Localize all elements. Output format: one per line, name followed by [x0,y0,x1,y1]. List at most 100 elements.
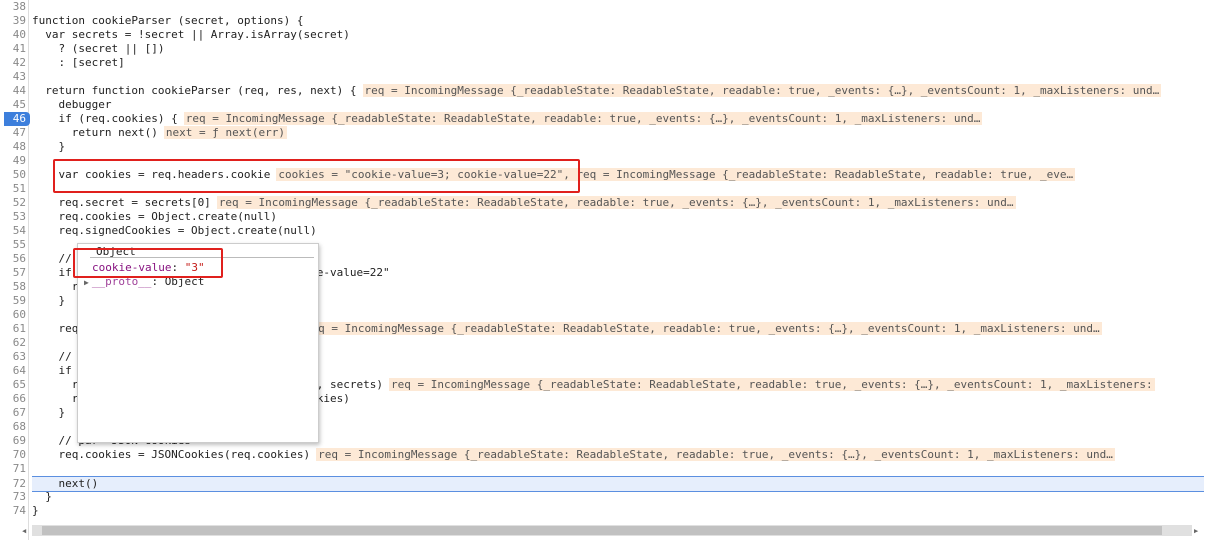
line-number[interactable]: 38 [0,0,28,14]
line-number[interactable]: 70 [0,448,28,462]
code-source: req.cookies = JSONCookies(req.cookies) [32,448,311,461]
code-line[interactable]: 38 [0,0,1209,14]
code-source: } [32,294,66,307]
code-source: // [32,252,72,265]
scroll-left-arrow-icon[interactable]: ◀ [22,527,26,535]
inline-variable-value: req = IncomingMessage {_readableState: R… [316,448,1115,461]
code-source: if (req.cookies) { [32,112,178,125]
code-source: req.cookies = Object.create(null) [32,210,278,223]
highlight-box-popover-property [73,248,223,278]
code-line[interactable]: 46 if (req.cookies) {req = IncomingMessa… [0,112,1209,126]
line-number[interactable]: 62 [0,336,28,350]
code-text: // [32,350,72,364]
code-text: next() [32,477,98,491]
line-number[interactable]: 57 [0,266,28,280]
code-text: // [32,252,72,266]
code-line[interactable]: 54 req.signedCookies = Object.create(nul… [0,224,1209,238]
code-line[interactable]: 52 req.secret = secrets[0] req = Incoming… [0,196,1209,210]
code-line[interactable]: 42 : [secret] [0,56,1209,70]
line-number[interactable]: 53 [0,210,28,224]
line-number[interactable]: 54 [0,224,28,238]
code-line[interactable]: 74} [0,504,1209,518]
code-line[interactable]: 71 [0,462,1209,476]
line-number[interactable]: 47 [0,126,28,140]
code-line[interactable]: 40 var secrets = !secret || Array.isArra… [0,28,1209,42]
line-number[interactable]: 73 [0,490,28,504]
line-number[interactable]: 51 [0,182,28,196]
line-number[interactable]: 65 [0,378,28,392]
line-number[interactable]: 60 [0,308,28,322]
code-line[interactable]: 45 debugger [0,98,1209,112]
inline-variable-value: req = IncomingMessage {_readableState: R… [216,196,1016,209]
code-text: } [32,504,39,518]
line-number[interactable]: 59 [0,294,28,308]
code-source: } [32,490,52,503]
scroll-right-arrow-icon[interactable]: ▶ [1194,527,1198,535]
code-line[interactable]: 73 } [0,490,1209,504]
code-line[interactable]: 39 function cookieParser (secret, options… [0,14,1209,28]
line-number[interactable]: 42 [0,56,28,70]
code-line[interactable]: 70 req.cookies = JSONCookies(req.cookies… [0,448,1209,462]
line-number[interactable]: 68 [0,420,28,434]
line-number[interactable]: 67 [0,406,28,420]
line-number[interactable]: 66 [0,392,28,406]
code-text: ? (secret || []) [32,42,164,56]
code-source: return function cookieParser (req, res, … [32,84,357,97]
line-number[interactable]: 50 [0,168,28,182]
code-text: if (req.cookies) {req = IncomingMessage … [32,112,983,126]
code-line[interactable]: 44 return function cookieParser (req, re… [0,84,1209,98]
code-text: : [secret] [32,56,124,70]
expand-triangle-icon[interactable]: ▶ [84,278,89,287]
code-text: } [32,140,65,154]
line-number[interactable]: 41 [0,42,28,56]
line-number[interactable]: 58 [0,280,28,294]
code-text: debugger [32,98,111,112]
line-number[interactable]: 45 [0,98,28,112]
code-source: } [32,504,39,517]
line-number[interactable]: 48 [0,140,28,154]
code-text: function cookieParser (secret, options) … [32,14,304,28]
code-source: r [32,280,79,293]
line-number[interactable]: 52 [0,196,28,210]
code-text: } [32,294,65,308]
code-source: function cookieParser (secret, options) … [32,14,304,27]
code-source: } [32,406,66,419]
code-source: } [32,140,66,153]
line-number[interactable]: 74 [0,504,28,518]
horizontal-scrollbar-thumb[interactable] [42,526,1162,535]
code-source: req.signedCookies = Object.create(null) [32,224,317,237]
code-source: // [32,350,72,363]
code-source: next() [32,477,99,490]
code-line[interactable]: 53 req.cookies = Object.create(null) [0,210,1209,224]
line-number[interactable]: 44 [0,84,28,98]
horizontal-scrollbar[interactable] [32,525,1192,536]
line-number[interactable]: 49 [0,154,28,168]
line-number[interactable]: 55 [0,238,28,252]
code-source: debugger [32,98,112,111]
inline-variable-value: next = ƒ next(err) [163,126,288,139]
line-number[interactable]: 43 [0,70,28,84]
code-source: if [32,364,72,377]
line-number[interactable]: 69 [0,434,28,448]
code-source: ? (secret || []) [32,42,165,55]
code-text: req.cookies = JSONCookies(req.cookies) re… [32,448,1115,462]
line-number[interactable]: 39 [0,14,28,28]
line-number[interactable]: 64 [0,364,28,378]
inline-variable-value: req = IncomingMessage {_readableState: R… [362,84,1162,97]
code-line[interactable]: 43 [0,70,1209,84]
code-line[interactable]: 47 return next() next = ƒ next(err) [0,126,1209,140]
line-number[interactable]: 56 [0,252,28,266]
code-text: req.cookies = Object.create(null) [32,210,277,224]
line-number[interactable]: 63 [0,350,28,364]
code-line[interactable]: 48 } [0,140,1209,154]
code-line[interactable]: 41 ? (secret || []) [0,42,1209,56]
line-number[interactable]: 71 [0,462,28,476]
code-source: req.secret = secrets[0] [32,196,211,209]
line-number[interactable]: 72 [0,477,28,491]
breakpoint-marker[interactable]: 46 [4,112,30,126]
line-number[interactable]: 61 [0,322,28,336]
code-source: return next() [32,126,158,139]
code-source: var secrets = !secret || Array.isArray(s… [32,28,350,41]
line-number[interactable]: 40 [0,28,28,42]
highlight-box-cookies-line [53,159,580,193]
